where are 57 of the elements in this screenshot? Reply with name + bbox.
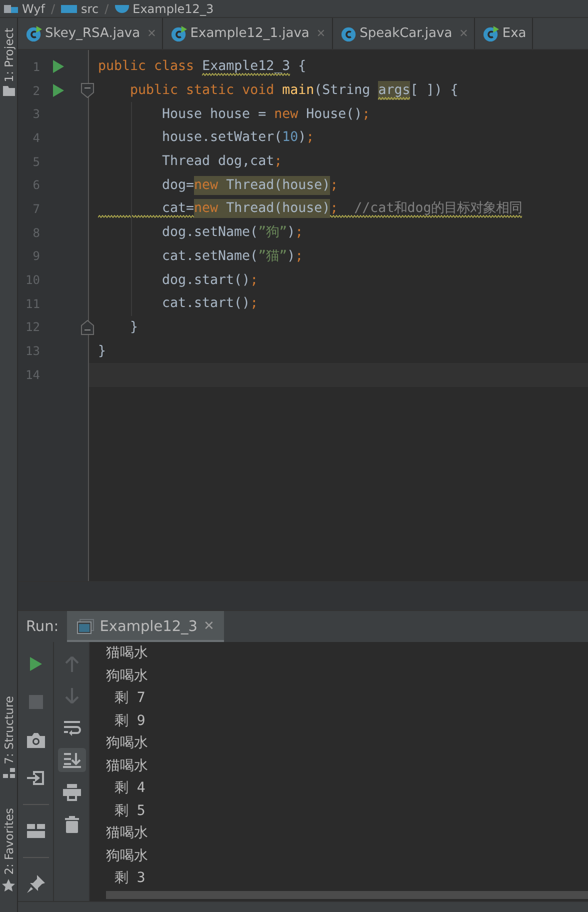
- star-icon: [2, 879, 15, 892]
- tool-window-button[interactable]: 1: Project: [2, 28, 16, 96]
- code-line: cat.setName(”猫”);: [161, 248, 304, 266]
- layout-icon[interactable]: [26, 824, 44, 838]
- scrollbar[interactable]: [106, 891, 588, 899]
- output-line: 剩 3: [113, 869, 146, 888]
- console-icon: [76, 619, 94, 634]
- editor-tab[interactable]: Skey_RSA.java ✕: [18, 18, 164, 49]
- editor-tab[interactable]: Exa: [475, 18, 534, 49]
- output-line: 狗喝水: [106, 666, 149, 686]
- output-line: 剩 5: [113, 802, 146, 820]
- run-label: Run:: [25, 618, 60, 634]
- code-line: Thread dog,cat;: [161, 153, 284, 172]
- breadcrumb-item[interactable]: Wyf: [22, 2, 45, 16]
- print-icon[interactable]: [62, 784, 80, 800]
- breadcrumb-item[interactable]: Example12_3: [132, 2, 214, 16]
- scroll-to-end-icon[interactable]: [62, 752, 80, 768]
- code-line: }: [129, 318, 140, 337]
- module-icon: [4, 4, 18, 12]
- fold-icon[interactable]: [81, 82, 94, 98]
- separator: /: [104, 2, 109, 16]
- tool-window-button[interactable]: 2: Favorites: [2, 808, 16, 892]
- code-line: House house = new House();: [161, 106, 372, 124]
- output-line: 狗喝水: [106, 846, 149, 866]
- output-line: 剩 4: [113, 779, 146, 798]
- tool-window-button[interactable]: 7: Structure: [2, 696, 16, 778]
- structure-icon: [2, 768, 14, 778]
- run-icon[interactable]: [53, 84, 64, 97]
- output-line: 猫喝水: [106, 824, 149, 843]
- output-line: 剩 9: [113, 712, 146, 730]
- separator: /: [50, 2, 56, 16]
- run-tab[interactable]: Example12_3 ✕: [66, 611, 224, 642]
- output-line: 猫喝水: [106, 756, 149, 776]
- code-line: dog.setName(”狗”);: [161, 224, 304, 242]
- editor-tab[interactable]: SpeakCar.java ✕: [332, 18, 476, 49]
- breadcrumb-item[interactable]: src: [81, 2, 99, 16]
- code-line: public class Example12_3 {: [97, 56, 308, 78]
- run-icon[interactable]: [53, 60, 64, 73]
- code-line: cat.start();: [161, 295, 260, 314]
- output-line: 猫喝水: [106, 644, 149, 663]
- run-icon[interactable]: [28, 656, 42, 672]
- code-line: house.setWater(10);: [161, 129, 316, 148]
- code-line: public static void main(String args[ ]) {: [129, 80, 460, 102]
- editor-tab[interactable]: Example12_1.java ✕: [163, 18, 333, 49]
- code-line: dog.start();: [161, 272, 260, 290]
- output-line: 狗喝水: [106, 734, 149, 753]
- folder-icon: [61, 4, 78, 12]
- code-line: }: [97, 342, 108, 361]
- folder-icon: [2, 86, 14, 96]
- pin-icon[interactable]: [26, 875, 44, 893]
- soft-wrap-icon[interactable]: [62, 720, 80, 736]
- output-line: 剩 7: [113, 689, 146, 708]
- login-icon[interactable]: [26, 770, 44, 786]
- trash-icon[interactable]: [64, 816, 78, 832]
- class-icon: [114, 4, 129, 12]
- fold-icon[interactable]: [81, 320, 94, 335]
- camera-icon[interactable]: [26, 732, 44, 748]
